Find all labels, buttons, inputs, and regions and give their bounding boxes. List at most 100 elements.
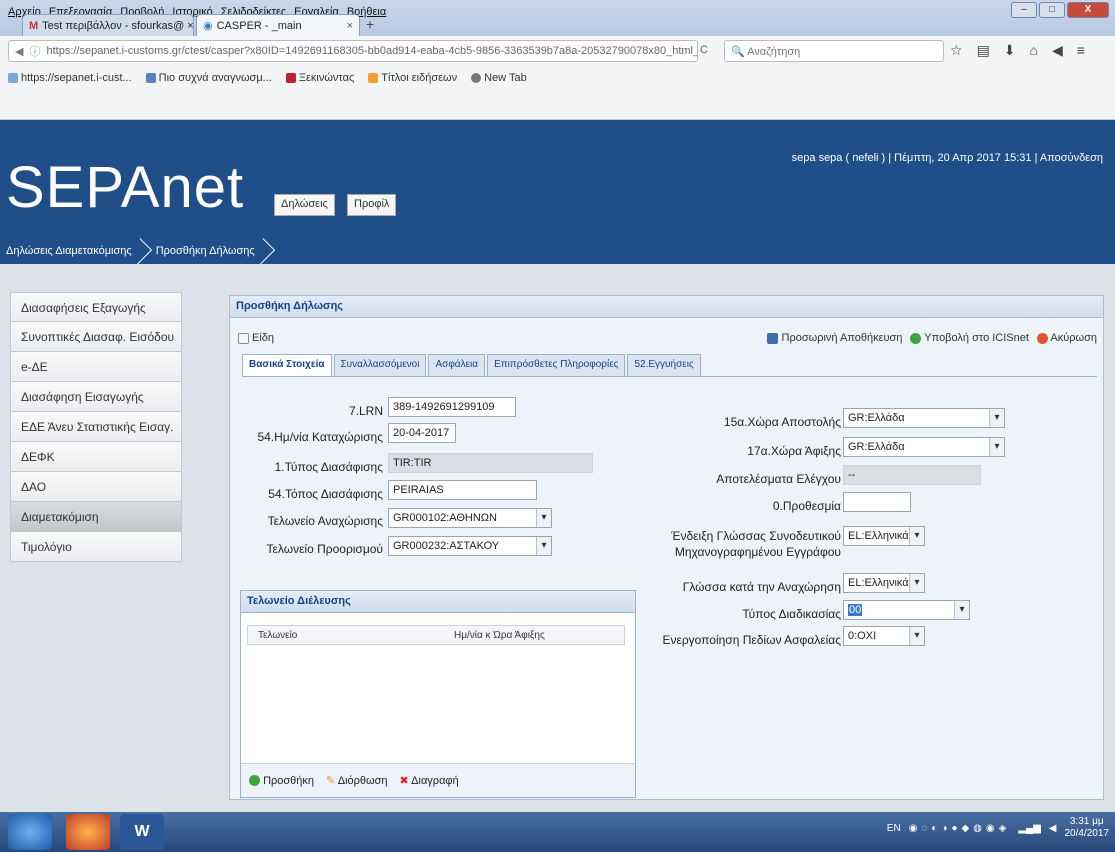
decl-place-label: 54.Τόπος Διασάφισης xyxy=(268,487,383,501)
hamburger-menu-icon[interactable]: ≡ xyxy=(1077,42,1085,59)
tab-additional-info[interactable]: Επιπρόσθετες Πληροφορίες xyxy=(487,354,626,376)
close-tab-icon[interactable]: × xyxy=(347,20,353,32)
nav-profile-button[interactable]: Προφίλ xyxy=(347,194,397,216)
transit-edit-button[interactable]: ✎ Διόρθωση xyxy=(326,774,387,787)
sidebar-item-export[interactable]: Διασαφήσεις Εξαγωγής xyxy=(10,292,182,322)
bookmark-headlines[interactable]: Τίτλοι ειδήσεων xyxy=(368,72,457,84)
app-header: SEPAnet xyxy=(0,120,1115,238)
clock-date: 20/4/2017 xyxy=(1064,828,1110,839)
deadline-label: 0.Προθεσμία xyxy=(772,499,841,513)
download-icon[interactable]: ⬇ xyxy=(1004,42,1016,59)
transit-offices-panel: Τελωνείο Διέλευσης Τελωνείο Ημ/νία κ Ώρα… xyxy=(240,590,636,798)
col-office[interactable]: Τελωνείο xyxy=(258,630,297,641)
sidebar-item-invoice[interactable]: Τιμολόγιο xyxy=(10,532,182,562)
word-icon[interactable]: W xyxy=(120,814,164,850)
nav-declarations-button[interactable]: Δηλώσεις xyxy=(274,194,335,216)
sidebar-item-e-de[interactable]: e-ΔΕ xyxy=(10,352,182,382)
tab-label: Test περιβάλλον - sfourkas@ × xyxy=(42,19,194,32)
decl-place-field[interactable]: PEIRAIAS xyxy=(388,480,537,500)
dispatch-country-label: 15α.Χώρα Αποστολής xyxy=(723,415,841,429)
browser-tab-test[interactable]: M Test περιβάλλον - sfourkas@ × xyxy=(22,14,194,36)
transit-delete-button[interactable]: ✖ Διαγραφή xyxy=(399,774,458,787)
sidebar-item-import[interactable]: Διασάφηση Εισαγωγής xyxy=(10,382,182,412)
volume-icon[interactable]: ◀ xyxy=(1049,823,1057,834)
dep-lang-select[interactable]: EL:Ελληνικά xyxy=(843,573,925,593)
tab-basic[interactable]: Βασικά Στοιχεία xyxy=(242,354,332,376)
dep-office-select[interactable]: GR000102:ΑΘΗΝΩΝ xyxy=(388,508,552,528)
firefox-icon[interactable] xyxy=(66,814,110,850)
bookmark-most-visited[interactable]: Πιο συχνά αναγνωσμ... xyxy=(145,72,272,84)
bookmark-getting-started[interactable]: Ξεκινώντας xyxy=(285,72,354,84)
language-indicator[interactable]: EN xyxy=(887,823,901,834)
save-temp-button[interactable]: Προσωρινή Αποθήκευση xyxy=(767,332,902,344)
procedure-select[interactable]: 00 xyxy=(843,600,970,620)
tab-parties[interactable]: Συναλλασσόμενοι xyxy=(333,354,427,376)
doc-lang-select[interactable]: EL:Ελληνικά xyxy=(843,526,925,546)
deadline-field[interactable] xyxy=(843,492,911,512)
submit-icisnet-button[interactable]: Υποβολή στο ICISnet xyxy=(910,332,1029,344)
items-icon xyxy=(238,332,249,344)
back-icon[interactable]: ◀ xyxy=(15,45,23,58)
panel-toolbar: Είδη Προσωρινή Αποθήκευση Υποβολή στο IC… xyxy=(230,329,1103,349)
sidebar-item-defk[interactable]: ΔΕΦΚ xyxy=(10,442,182,472)
pocket-icon[interactable]: ◀ xyxy=(1052,42,1063,59)
reading-list-icon[interactable]: ▤ xyxy=(977,42,990,59)
clock[interactable]: 3:31 μμ 20/4/2017 xyxy=(1065,816,1110,840)
doc-lang-label-1: Ένδειξη Γλώσσας Συνοδευτικού xyxy=(671,529,841,543)
add-icon xyxy=(249,775,260,787)
star-icon[interactable]: ☆ xyxy=(950,42,963,59)
save-icon xyxy=(767,332,779,344)
bookmark-new-tab[interactable]: New Tab xyxy=(471,72,527,84)
search-input[interactable]: 🔍 Αναζήτηση xyxy=(724,40,944,62)
form-tabs: Βασικά Στοιχεία Συναλλασσόμενοι Ασφάλεια… xyxy=(242,354,703,376)
sidebar-item-transit[interactable]: Διαμετακόμιση xyxy=(10,502,182,532)
windows-taskbar: W EN ◉◌◐◑●◆◍◉◈ ▂▄▆ ◀ 3:31 μμ 20/4/2017 xyxy=(0,812,1115,852)
globe-icon: ◉ xyxy=(203,20,213,32)
procedure-value: 00 xyxy=(848,604,863,616)
start-button[interactable] xyxy=(8,814,52,850)
info-icon[interactable]: ⓘ xyxy=(29,43,40,59)
items-button[interactable]: Είδη xyxy=(238,332,274,344)
user-info[interactable]: sepa sepa ( nefeli ) | Πέμπτη, 20 Απρ 20… xyxy=(792,152,1103,164)
tab-guarantees[interactable]: 52.Εγγυήσεις xyxy=(627,354,701,376)
url-text: https://sepanet.i-customs.gr/ctest/caspe… xyxy=(46,45,698,57)
decl-type-label: 1.Τύπος Διασάφισης xyxy=(274,460,383,474)
col-arrival[interactable]: Ημ/νία κ Ώρα Άφιξης xyxy=(454,630,545,641)
dest-country-label: 17α.Χώρα Άφιξης xyxy=(747,444,841,458)
delete-icon: ✖ xyxy=(399,775,409,787)
sidebar-item-entry-summary[interactable]: Συνοπτικές Διασαφ. Εισόδου xyxy=(10,322,182,352)
reg-date-field[interactable]: 20-04-2017 xyxy=(388,423,456,443)
transit-actions: Προσθήκη ✎ Διόρθωση ✖ Διαγραφή xyxy=(241,763,635,797)
dest-office-select[interactable]: GR000232:ΑΣΤΑΚΟΥ xyxy=(388,536,552,556)
save-temp-label: Προσωρινή Αποθήκευση xyxy=(781,332,903,344)
tray-icons[interactable]: ◉◌◐◑●◆◍◉◈ xyxy=(909,823,1011,834)
new-tab-button[interactable]: + xyxy=(366,16,374,32)
delete-label: Διαγραφή xyxy=(411,775,459,787)
dest-country-select[interactable]: GR:Ελλάδα xyxy=(843,437,1005,457)
toolbar-icons: ☆ ▤ ⬇ ⌂ ◀ ≡ xyxy=(950,42,1085,59)
breadcrumb-transit-declarations[interactable]: Δηλώσεις Διαμετακόμισης xyxy=(0,238,150,264)
reload-icon[interactable]: C xyxy=(700,44,708,56)
control-results-label: Αποτελέσματα Ελέγχου xyxy=(716,472,841,486)
security-label: Ενεργοποίηση Πεδίων Ασφαλείας xyxy=(662,633,842,647)
lrn-field[interactable]: 389-1492691299109 xyxy=(388,397,516,417)
sidebar-item-dao[interactable]: ΔΑΟ xyxy=(10,472,182,502)
transit-add-button[interactable]: Προσθήκη xyxy=(249,775,314,787)
security-select[interactable]: 0:ΟΧΙ xyxy=(843,626,925,646)
sidebar-item-ede[interactable]: ΕΔΕ Άνευ Στατιστικής Εισαγ. xyxy=(10,412,182,442)
dispatch-country-select[interactable]: GR:Ελλάδα xyxy=(843,408,1005,428)
doc-lang-label-2: Μηχανογραφημένου Εγγράφου xyxy=(674,545,841,559)
dep-lang-label: Γλώσσα κατά την Αναχώρηση xyxy=(682,580,841,594)
control-results-field: -- xyxy=(843,465,981,485)
tab-security[interactable]: Ασφάλεια xyxy=(428,354,486,376)
breadcrumb-add-declaration[interactable]: Προσθήκη Δήλωσης xyxy=(150,238,273,264)
browser-tabs: M Test περιβάλλον - sfourkas@ × ◉ CASPER… xyxy=(0,14,1115,36)
bookmarks-bar: https://sepanet.i-cust... Πιο συχνά αναγ… xyxy=(8,72,527,84)
cancel-button[interactable]: Ακύρωση xyxy=(1036,332,1097,344)
bookmark-sepanet[interactable]: https://sepanet.i-cust... xyxy=(8,72,132,84)
network-icon[interactable]: ▂▄▆ xyxy=(1018,823,1040,834)
url-bar[interactable]: ◀ ⓘ https://sepanet.i-customs.gr/ctest/c… xyxy=(8,40,698,62)
edit-label: Διόρθωση xyxy=(337,775,388,787)
browser-tab-casper[interactable]: ◉ CASPER - _main × xyxy=(196,14,360,36)
home-icon[interactable]: ⌂ xyxy=(1030,42,1038,59)
